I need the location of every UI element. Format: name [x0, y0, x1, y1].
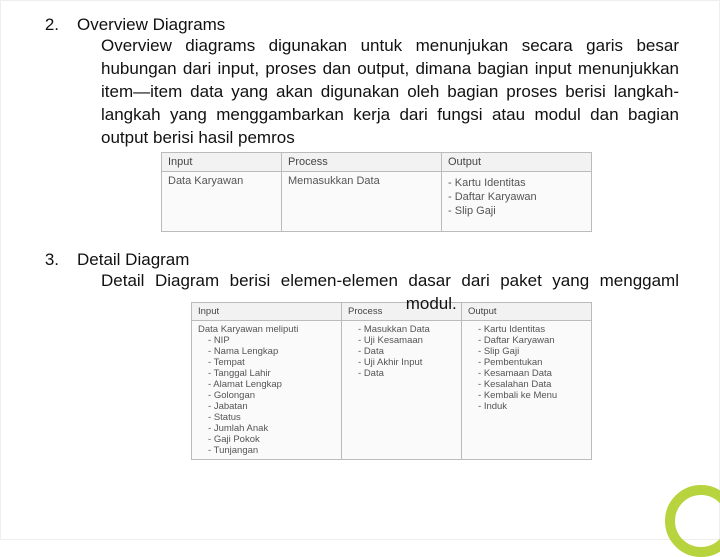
th-process: Process: [282, 152, 442, 171]
list-item: Uji Akhir Input: [358, 357, 455, 368]
list-item: Jumlah Anak: [208, 423, 335, 434]
page-content: 2. Overview Diagrams Overview diagrams d…: [1, 1, 719, 488]
detail-input: Data Karyawan meliputi NIP Nama Lengkap …: [192, 320, 342, 459]
overview-input: Data Karyawan: [162, 171, 282, 231]
overview-output-item: Daftar Karyawan: [448, 191, 585, 203]
list-item: Masukkan Data: [358, 324, 455, 335]
list-item: Kembali ke Menu: [478, 390, 585, 401]
detail-process: Masukkan Data Uji Kesamaan Data Uji Akhi…: [342, 320, 462, 459]
th-output: Output: [442, 152, 592, 171]
corner-circle-icon: [665, 485, 720, 557]
th-input: Input: [162, 152, 282, 171]
list-item: Jabatan: [208, 401, 335, 412]
overview-process: Memasukkan Data: [282, 171, 442, 231]
overview-output: Kartu Identitas Daftar Karyawan Slip Gaj…: [442, 171, 592, 231]
detail-output-list: Kartu Identitas Daftar Karyawan Slip Gaj…: [468, 324, 585, 412]
list-item: Gaji Pokok: [208, 434, 335, 445]
list-item: Golongan: [208, 390, 335, 401]
list-item: Pembentukan: [478, 357, 585, 368]
list-item: Status: [208, 412, 335, 423]
list-item: NIP: [208, 335, 335, 346]
list-item: Tunjangan: [208, 445, 335, 456]
body-post: modul.: [406, 294, 457, 313]
body-pre: Detail Diagram berisi elemen-elemen dasa…: [101, 271, 679, 290]
list-item: Data: [358, 346, 455, 357]
section-title: Overview Diagrams: [77, 15, 225, 35]
overview-output-item: Slip Gaji: [448, 205, 585, 217]
detail-table: Input Process Output Data Karyawan melip…: [191, 302, 592, 460]
detail-process-list: Masukkan Data Uji Kesamaan Data Uji Akhi…: [348, 324, 455, 379]
list-item: Uji Kesamaan: [358, 335, 455, 346]
overview-table: Input Process Output Data Karyawan Memas…: [161, 152, 592, 232]
section-number: 3.: [41, 250, 59, 270]
list-item: Tanggal Lahir: [208, 368, 335, 379]
list-item: Kesalahan Data: [478, 379, 585, 390]
list-item: Tempat: [208, 357, 335, 368]
list-item: Nama Lengkap: [208, 346, 335, 357]
th-output: Output: [462, 302, 592, 320]
section-title: Detail Diagram: [77, 250, 189, 270]
section-body: Overview diagrams digunakan untuk menunj…: [101, 35, 679, 150]
list-item: Slip Gaji: [478, 346, 585, 357]
section-overview: 2. Overview Diagrams Overview diagrams d…: [41, 15, 679, 232]
detail-output: Kartu Identitas Daftar Karyawan Slip Gaj…: [462, 320, 592, 459]
list-item: Daftar Karyawan: [478, 335, 585, 346]
list-item: Kesamaan Data: [478, 368, 585, 379]
overview-output-item: Kartu Identitas: [448, 177, 585, 189]
list-item: Alamat Lengkap: [208, 379, 335, 390]
list-item: Kartu Identitas: [478, 324, 585, 335]
section-detail: 3. Detail Diagram Detail Diagram berisi …: [41, 250, 679, 460]
list-item: Data: [358, 368, 455, 379]
section-number: 2.: [41, 15, 59, 35]
list-item: Induk: [478, 401, 585, 412]
detail-input-head: Data Karyawan meliputi: [198, 324, 335, 335]
detail-input-list: NIP Nama Lengkap Tempat Tanggal Lahir Al…: [198, 335, 335, 456]
